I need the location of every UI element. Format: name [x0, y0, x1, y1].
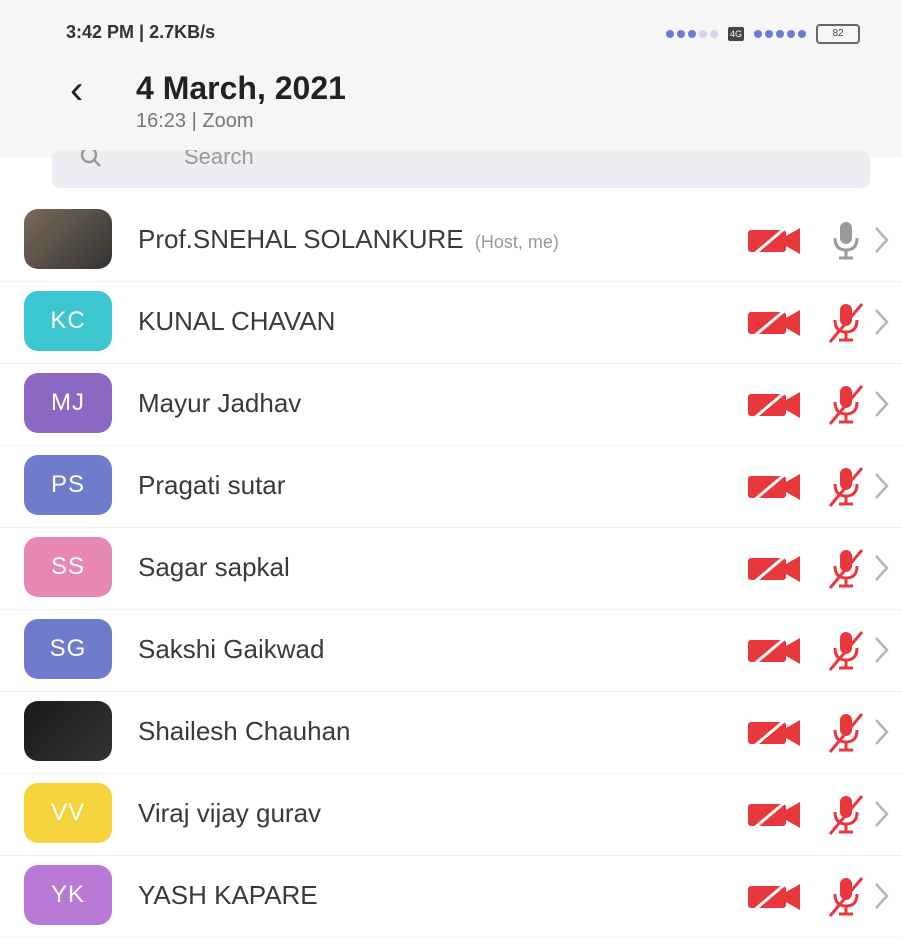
mic-muted-icon[interactable]	[826, 464, 866, 508]
participant-name: Mayur Jadhav	[138, 388, 302, 418]
video-off-icon[interactable]	[746, 222, 802, 258]
chevron-right-icon[interactable]	[872, 224, 890, 256]
mic-muted-icon[interactable]	[826, 300, 866, 344]
video-off-icon[interactable]	[746, 632, 802, 668]
chevron-right-icon[interactable]	[872, 634, 890, 666]
mic-muted-icon[interactable]	[826, 792, 866, 836]
participant-row[interactable]: SS Sagar sapkal	[0, 528, 902, 610]
avatar: KC	[24, 291, 112, 351]
host-tag: (Host, me)	[474, 232, 559, 252]
participant-name: Shailesh Chauhan	[138, 716, 351, 746]
meeting-header: ‹ 4 March, 2021 16:23 | Zoom	[0, 62, 902, 158]
participant-name: Sagar sapkal	[138, 552, 290, 582]
participant-row[interactable]: SG Sakshi Gaikwad	[0, 610, 902, 692]
chevron-right-icon[interactable]	[872, 880, 890, 912]
participant-name: Prof.SNEHAL SOLANKURE (Host, me)	[138, 224, 559, 254]
sim-icon: 4G	[728, 27, 744, 41]
wifi-dots-icon	[754, 30, 806, 38]
chevron-right-icon[interactable]	[872, 388, 890, 420]
participant-row[interactable]: Shailesh Chauhan	[0, 692, 902, 774]
avatar: MJ	[24, 373, 112, 433]
video-off-icon[interactable]	[746, 550, 802, 586]
avatar: SG	[24, 619, 112, 679]
status-bar: 3:42 PM | 2.7KB/s 4G 82	[0, 0, 902, 62]
participant-row[interactable]: MJ Mayur Jadhav	[0, 364, 902, 446]
meeting-subtitle: 16:23 | Zoom	[136, 110, 254, 132]
avatar	[24, 701, 112, 761]
participant-row[interactable]: KC KUNAL CHAVAN	[0, 282, 902, 364]
page-title: 4 March, 2021	[136, 70, 346, 106]
participant-row[interactable]: PS Pragati sutar	[0, 446, 902, 528]
chevron-right-icon[interactable]	[872, 552, 890, 584]
avatar: SS	[24, 537, 112, 597]
chevron-right-icon[interactable]	[872, 716, 890, 748]
participant-row[interactable]: VV Viraj vijay gurav	[0, 774, 902, 856]
mic-muted-icon[interactable]	[826, 874, 866, 918]
search-placeholder: Search	[184, 150, 254, 169]
search-input[interactable]: Search	[52, 150, 870, 188]
avatar: VV	[24, 783, 112, 843]
mic-icon[interactable]	[826, 218, 866, 262]
participant-name: YASH KAPARE	[138, 880, 318, 910]
status-icons: 4G 82	[666, 24, 860, 44]
participant-name: Pragati sutar	[138, 470, 286, 500]
video-off-icon[interactable]	[746, 796, 802, 832]
mic-muted-icon[interactable]	[826, 710, 866, 754]
participant-name: Sakshi Gaikwad	[138, 634, 325, 664]
video-off-icon[interactable]	[746, 468, 802, 504]
status-time-speed: 3:42 PM | 2.7KB/s	[66, 22, 216, 42]
avatar	[24, 209, 112, 269]
participant-name: KUNAL CHAVAN	[138, 306, 336, 336]
mic-muted-icon[interactable]	[826, 546, 866, 590]
video-off-icon[interactable]	[746, 714, 802, 750]
back-arrow-icon[interactable]: ‹	[70, 70, 98, 110]
avatar: YK	[24, 865, 112, 925]
participant-list: Prof.SNEHAL SOLANKURE (Host, me) KC KUNAL …	[0, 200, 902, 938]
participant-row[interactable]: Prof.SNEHAL SOLANKURE (Host, me)	[0, 200, 902, 282]
battery-icon: 82	[816, 24, 860, 44]
video-off-icon[interactable]	[746, 878, 802, 914]
participant-name: Viraj vijay gurav	[138, 798, 322, 828]
mic-muted-icon[interactable]	[826, 382, 866, 426]
mic-muted-icon[interactable]	[826, 628, 866, 672]
search-icon	[80, 150, 101, 167]
chevron-right-icon[interactable]	[872, 306, 890, 338]
video-off-icon[interactable]	[746, 386, 802, 422]
video-off-icon[interactable]	[746, 304, 802, 340]
chevron-right-icon[interactable]	[872, 470, 890, 502]
signal-dots-icon	[666, 30, 718, 38]
avatar: PS	[24, 455, 112, 515]
chevron-right-icon[interactable]	[872, 798, 890, 830]
